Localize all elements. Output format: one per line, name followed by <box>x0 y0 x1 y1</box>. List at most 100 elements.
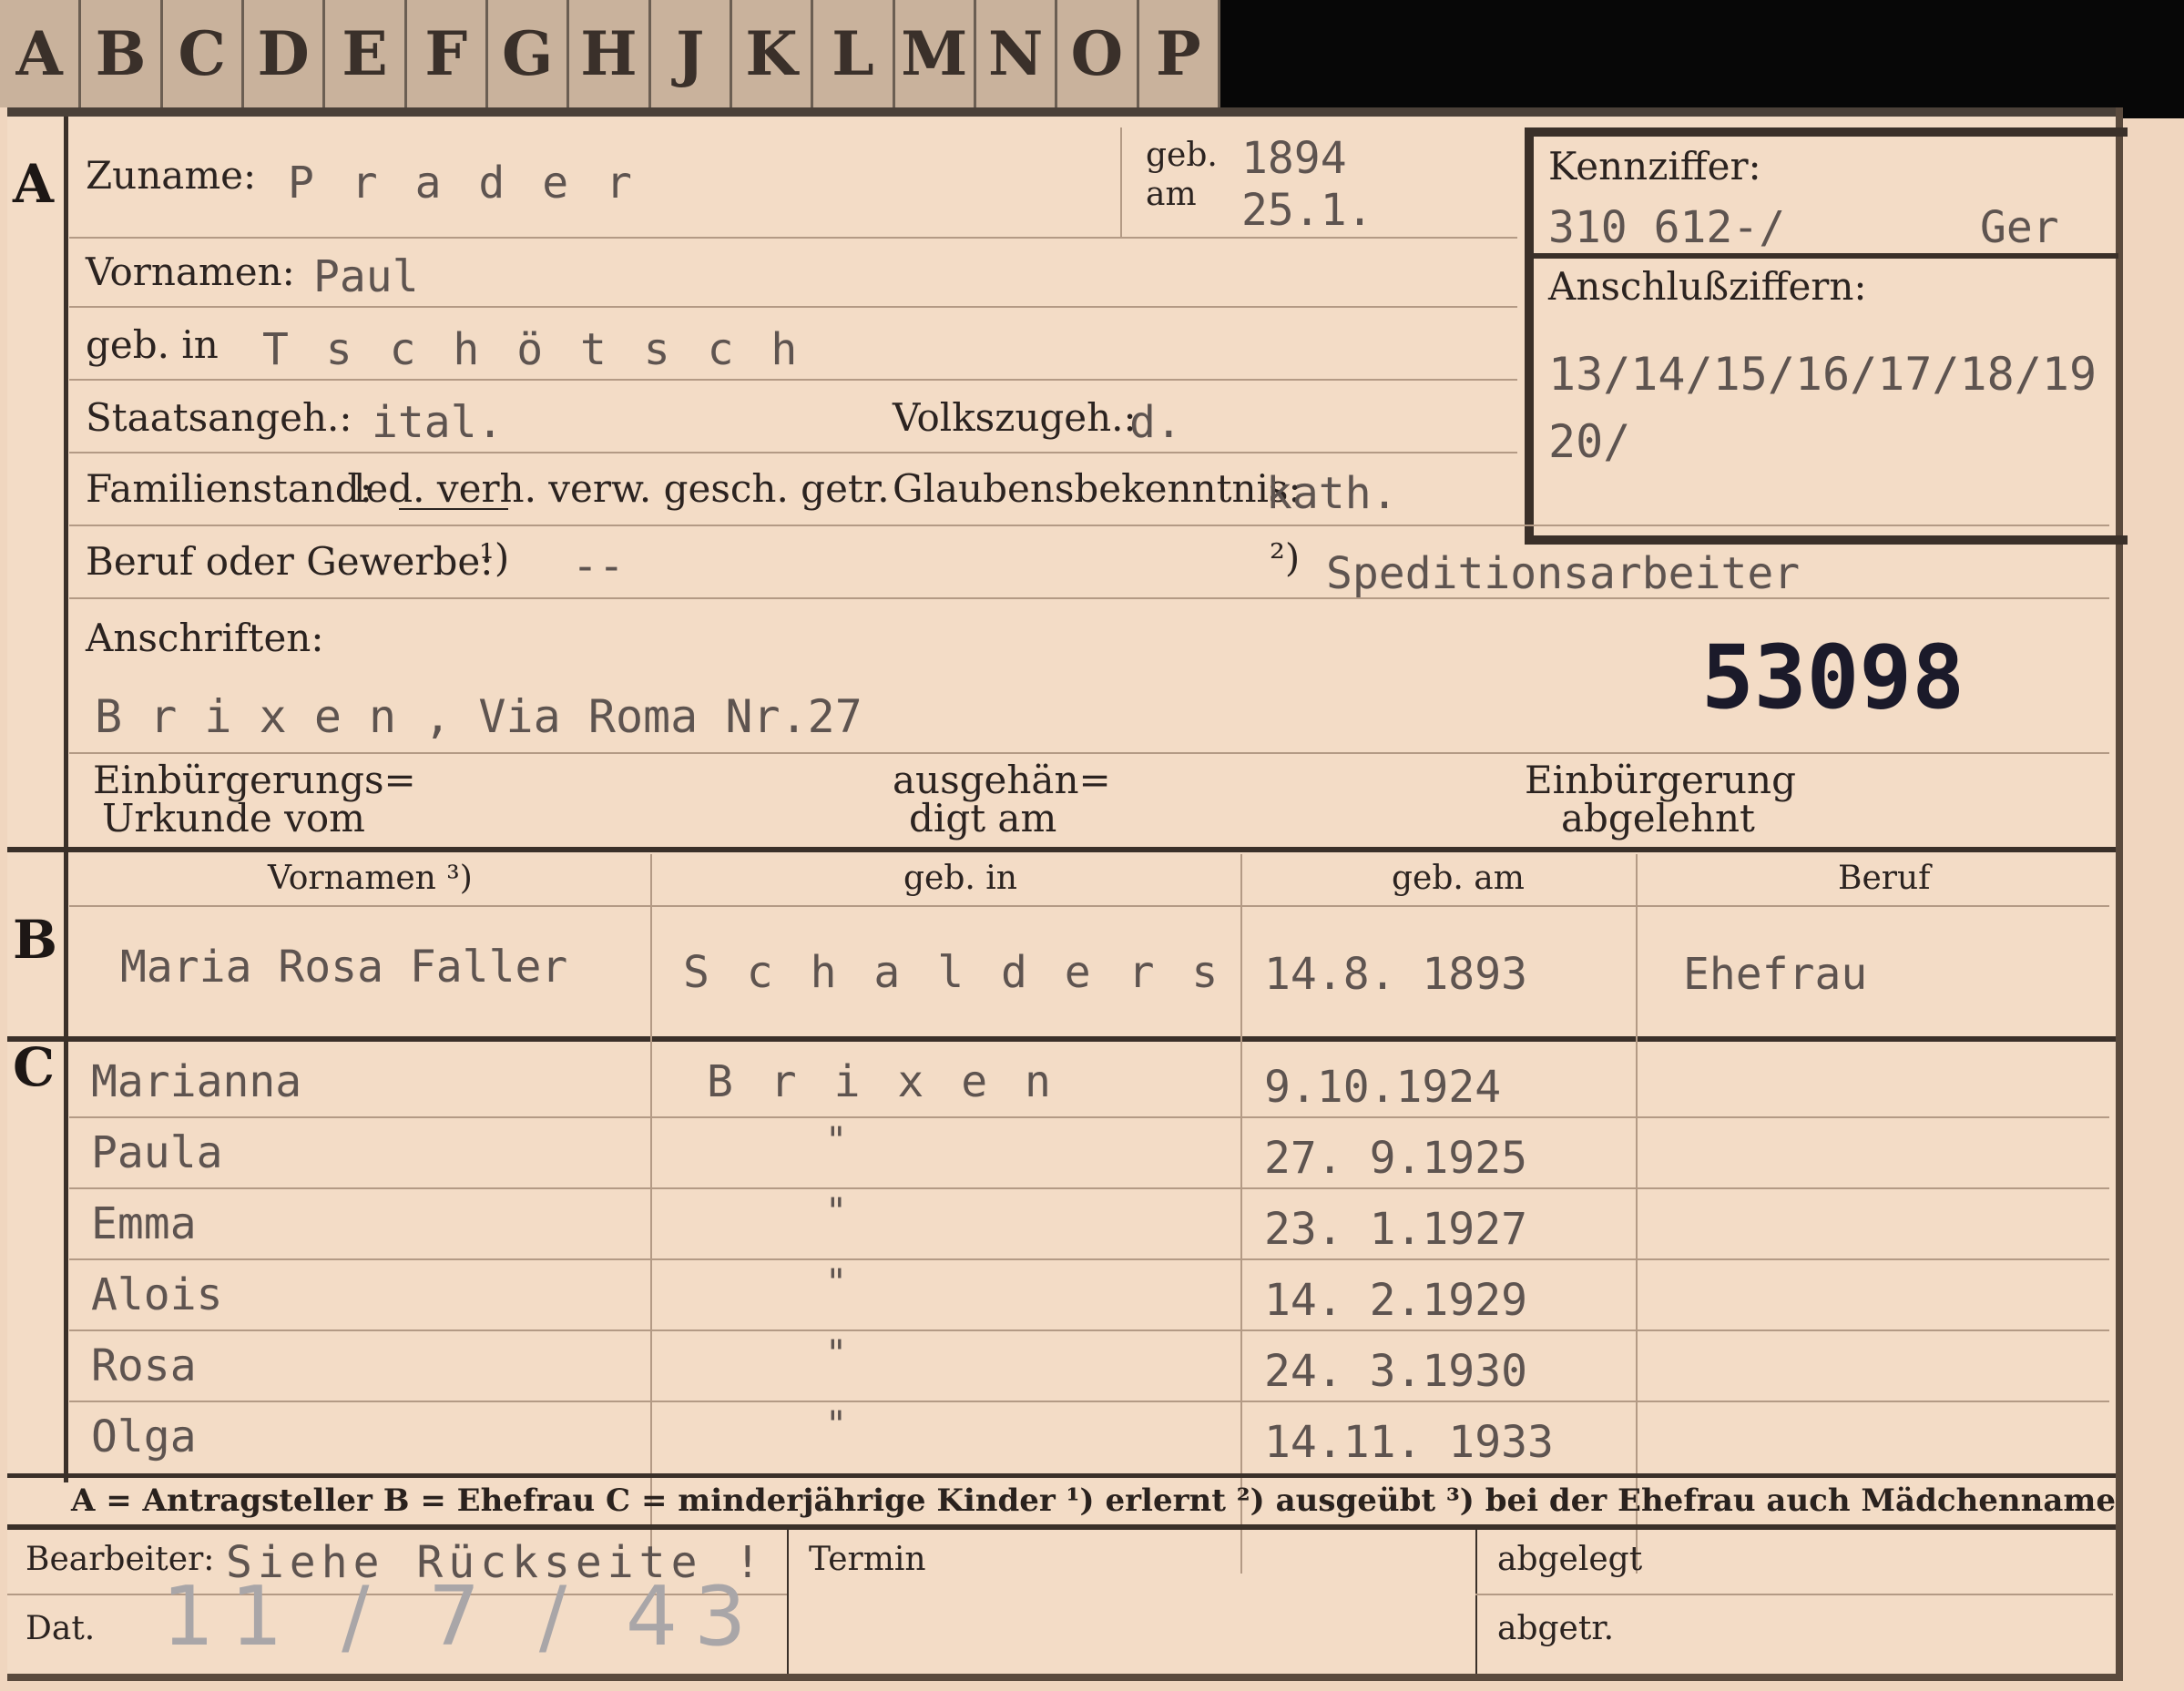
anschluss-line-1: 13/14/15/16/17/18/19 <box>1548 348 2097 401</box>
card-number: 53098 <box>1701 626 1965 728</box>
anschluss-line-2: 20/ <box>1548 415 1631 468</box>
profession-label: Beruf oder Gewerbe: <box>86 539 494 584</box>
child-row-rule <box>69 1401 2109 1402</box>
religion-value: kath. <box>1266 468 1398 519</box>
section-c-top-rule <box>7 1036 2116 1042</box>
child-row-rule <box>69 1187 2109 1189</box>
date-handwritten: 11 / 7 / 43 <box>162 1569 763 1665</box>
child-birthdate: 27. 9.1925 <box>1264 1133 1527 1184</box>
first-names-value: Paul <box>313 251 419 302</box>
legend-text: A = Antragsteller B = Ehefrau C = minder… <box>71 1482 2116 1519</box>
child-name: Rosa <box>91 1340 197 1391</box>
child-row-rule <box>69 1329 2109 1331</box>
kennziffer-divider <box>1534 253 2118 259</box>
index-tab: A <box>0 0 82 107</box>
index-tabs: ABCDEFGHJKLMNOP <box>0 0 1220 107</box>
filed-label: abgelegt <box>1497 1541 1643 1578</box>
background-dark-area <box>1220 0 2184 118</box>
section-b-label: B <box>13 909 58 971</box>
child-birthplace: " <box>825 1262 848 1304</box>
family-status-underline <box>399 508 508 510</box>
rule <box>69 379 1517 381</box>
rule <box>69 752 2109 754</box>
anschluss-label: Anschlußziffern: <box>1548 264 1867 309</box>
profession-learned-mark: ¹) <box>479 535 510 580</box>
registration-card: A B C Zuname: P r a d e r geb. am 1894 2… <box>7 107 2128 1681</box>
date-label: Dat. <box>26 1610 96 1647</box>
index-tab: J <box>650 0 732 107</box>
index-tab: B <box>81 0 163 107</box>
child-birthdate: 24. 3.1930 <box>1264 1346 1527 1397</box>
handed-out-label-2: digt am <box>909 796 1057 840</box>
rule <box>1475 1594 2113 1595</box>
deadline-label: Termin <box>809 1541 926 1578</box>
birth-year: 1894 <box>1241 133 1347 184</box>
child-name: Olga <box>91 1411 197 1462</box>
child-birthplace: B r i x e n <box>707 1056 1056 1107</box>
index-tab: D <box>243 0 326 107</box>
index-tab: N <box>975 0 1058 107</box>
birth-label-am: am <box>1146 176 1197 213</box>
profession-learned-value: -- <box>572 541 625 592</box>
index-tab: G <box>487 0 570 107</box>
child-birthdate: 14. 2.1929 <box>1264 1275 1527 1326</box>
child-row-rule <box>69 1116 2109 1118</box>
birthplace-value: T s c h ö t s c h <box>262 324 803 375</box>
child-birthplace: " <box>825 1191 848 1233</box>
child-name: Paula <box>91 1127 223 1178</box>
kennziffer-label: Kennziffer: <box>1548 144 1761 188</box>
profession-practiced-mark: ²) <box>1270 535 1301 580</box>
spouse-profession: Ehefrau <box>1683 949 1868 1000</box>
card-top-border <box>7 107 2116 117</box>
profession-practiced-value: Speditionsarbeiter <box>1326 548 1801 599</box>
birth-date: 25.1. <box>1241 185 1373 236</box>
spouse-birthdate: 14.8. 1893 <box>1264 949 1527 1000</box>
spouse-header-birthdate: geb. am <box>1392 860 1525 897</box>
rule <box>69 452 1517 453</box>
column-rule <box>1240 854 1242 1574</box>
family-status-label: Familienstand: <box>86 466 373 511</box>
naturalization-rejected-label-2: abgelehnt <box>1561 796 1755 840</box>
spouse-header-birthplace: geb. in <box>903 860 1017 897</box>
child-name: Marianna <box>91 1056 302 1107</box>
index-tab: L <box>813 0 895 107</box>
section-a-label: A <box>13 153 55 215</box>
footer-top-rule <box>7 1524 2116 1530</box>
citizenship-label: Staatsangeh.: <box>86 395 352 440</box>
kennziffer-suffix: Ger <box>1980 202 2059 253</box>
birth-label-geb: geb. <box>1146 137 1218 174</box>
section-column-rule <box>64 117 68 1482</box>
legend-top-rule <box>7 1473 2116 1478</box>
rule <box>69 905 2109 907</box>
address-label: Anschriften: <box>86 616 324 660</box>
kennziffer-box: Kennziffer: 310 612-/ Ger Anschlußziffer… <box>1525 127 2128 545</box>
rule <box>69 597 2109 599</box>
citizenship-value: ital. <box>372 397 504 448</box>
ethnicity-value: d. <box>1129 397 1182 448</box>
rule <box>69 306 1517 308</box>
ethnicity-label: Volkszugeh.: <box>893 395 1137 440</box>
child-row-rule <box>69 1258 2109 1260</box>
index-tab: K <box>731 0 814 107</box>
child-birthplace: " <box>825 1120 848 1162</box>
address-value: B r i x e n , Via Roma Nr.27 <box>95 690 862 743</box>
index-tab: P <box>1138 0 1220 107</box>
column-rule <box>1636 854 1638 1574</box>
birthplace-label: geb. in <box>86 322 219 367</box>
child-name: Emma <box>91 1198 197 1249</box>
child-birthplace: " <box>825 1404 848 1446</box>
child-birthdate: 14.11. 1933 <box>1264 1417 1554 1468</box>
child-birthdate: 23. 1.1927 <box>1264 1204 1527 1255</box>
section-c-label: C <box>13 1036 56 1098</box>
column-rule <box>1475 1528 1477 1674</box>
section-b-top-rule <box>7 847 2116 852</box>
index-tab: H <box>569 0 651 107</box>
child-birthdate: 9.10.1924 <box>1264 1062 1502 1113</box>
dispatched-label: abgetr. <box>1497 1610 1615 1647</box>
child-name: Alois <box>91 1269 223 1320</box>
birth-divider <box>1120 127 1122 237</box>
surname-value: P r a d e r <box>288 158 638 209</box>
rule <box>69 237 1517 239</box>
first-names-label: Vornamen: <box>86 250 295 294</box>
rule <box>69 525 2109 526</box>
